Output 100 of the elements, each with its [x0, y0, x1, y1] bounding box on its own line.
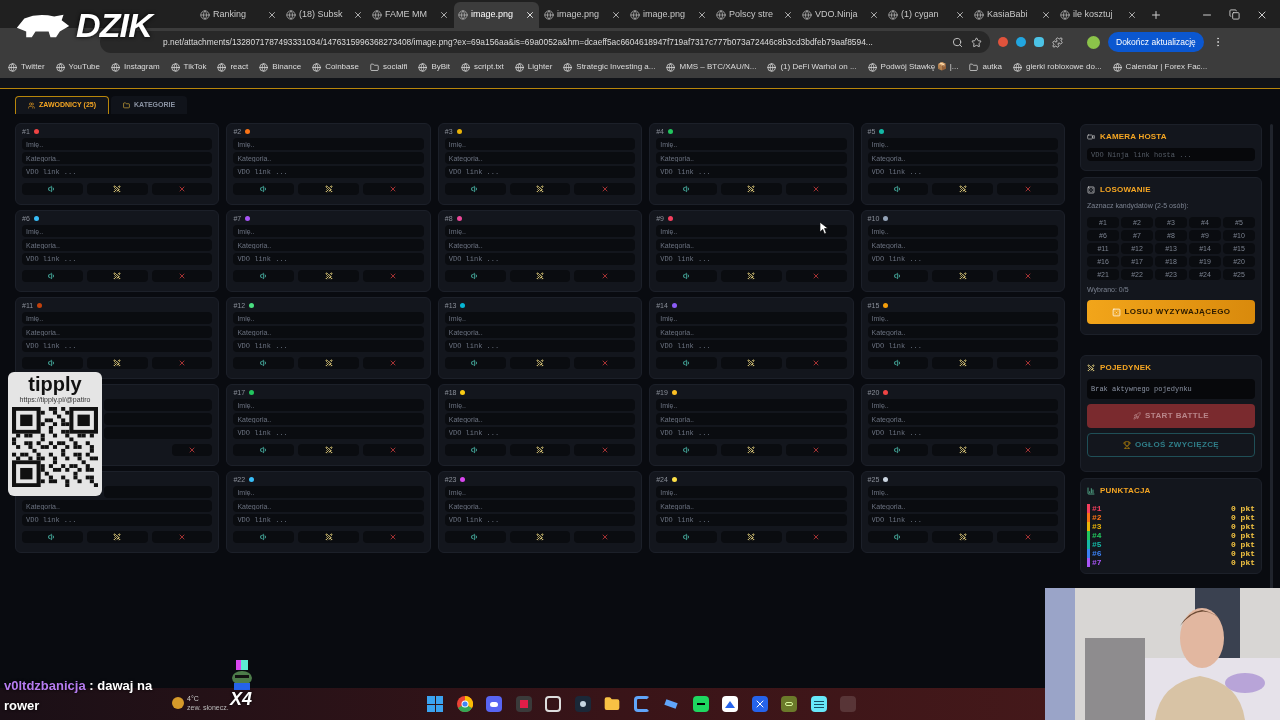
music-app-icon[interactable] — [692, 696, 709, 712]
duel-button[interactable] — [509, 444, 571, 456]
browser-tab[interactable]: KasiaBabi — [970, 2, 1055, 28]
bookmark[interactable]: react — [217, 61, 249, 73]
zoom-icon[interactable] — [952, 36, 963, 48]
browser-tab[interactable]: Polscy stre — [712, 2, 797, 28]
favicon-icon — [767, 62, 777, 72]
browser-tab[interactable]: (18) Subsk — [282, 2, 367, 28]
duel-button[interactable] — [509, 183, 571, 195]
close-icon[interactable] — [439, 10, 449, 20]
swords-icon — [324, 446, 333, 454]
bookmark[interactable]: Coinbase — [312, 61, 359, 73]
duel-button[interactable] — [721, 270, 782, 282]
app-icon[interactable] — [751, 696, 768, 712]
chat-app-icon[interactable] — [486, 696, 502, 712]
bookmark[interactable]: Podwój Stawkę 📦 |... — [867, 61, 959, 73]
speaker-icon — [471, 272, 480, 280]
close-icon[interactable] — [353, 10, 363, 20]
close-icon[interactable] — [1127, 10, 1137, 20]
close-icon[interactable] — [1041, 10, 1051, 20]
app-icon[interactable] — [781, 696, 797, 712]
browser-tab[interactable]: image.png — [454, 2, 539, 28]
duel-button[interactable] — [932, 270, 994, 282]
bookmark[interactable]: Lighter — [514, 61, 553, 73]
bookmark[interactable]: socialfi — [369, 61, 408, 73]
duel-button[interactable] — [721, 531, 782, 543]
draw-button[interactable]: LOSUJ WYZYWAJĄCEGO — [1087, 300, 1255, 324]
browser-tab[interactable]: FAME MM — [368, 2, 453, 28]
close-icon[interactable] — [611, 10, 621, 20]
close-icon[interactable] — [697, 10, 707, 20]
avatar-icon[interactable] — [1087, 35, 1100, 49]
app-icon[interactable] — [574, 696, 591, 712]
extensions-icon[interactable] — [1052, 36, 1063, 48]
duel-button[interactable] — [298, 183, 359, 195]
browser-tab[interactable]: Ranking — [196, 2, 281, 28]
panel-title: POJEDYNEK — [1100, 362, 1152, 374]
browser-app-icon[interactable] — [456, 696, 473, 712]
bookmark-star-icon[interactable] — [971, 36, 982, 48]
speaker-icon — [259, 272, 268, 280]
notepad-icon[interactable] — [810, 696, 827, 712]
app-icon[interactable] — [722, 696, 738, 712]
bookmark[interactable]: Twitter — [8, 61, 45, 73]
dice-icon — [1087, 186, 1095, 194]
close-icon[interactable] — [955, 10, 965, 20]
duel-button[interactable] — [86, 270, 148, 282]
bookmark[interactable]: (1) DeFi Warhol on ... — [767, 61, 857, 73]
favicon-icon — [111, 62, 120, 72]
bookmark[interactable]: autka — [969, 61, 1002, 73]
browser-tab[interactable]: image.png — [626, 2, 711, 28]
duel-button[interactable] — [721, 357, 782, 369]
speaker-icon — [471, 533, 480, 541]
duel-button[interactable] — [86, 531, 148, 543]
close-icon[interactable] — [267, 10, 277, 20]
duel-button[interactable] — [721, 183, 782, 195]
close-icon[interactable] — [1256, 9, 1268, 21]
duel-button[interactable] — [509, 531, 571, 543]
duel-button[interactable] — [86, 357, 148, 369]
windows-start-icon[interactable] — [427, 696, 443, 712]
browser-tab[interactable]: VDO.Ninja — [798, 2, 883, 28]
browser-tab[interactable]: (1) cygan — [884, 2, 969, 28]
bookmark[interactable]: MMS – BTC/XAU/N... — [666, 61, 757, 73]
restore-icon[interactable] — [1229, 9, 1240, 20]
close-icon[interactable] — [869, 10, 879, 20]
bookmark[interactable]: Calendar | Forex Fac... — [1112, 61, 1208, 73]
browser-tab[interactable]: image.png — [540, 2, 625, 28]
browser-tab[interactable]: ile kosztuj — [1056, 2, 1141, 28]
speaker-icon — [471, 359, 480, 367]
bookmark[interactable]: TikTok — [170, 61, 207, 73]
duel-button[interactable] — [932, 444, 994, 456]
duel-button[interactable] — [932, 357, 994, 369]
swords-icon — [536, 185, 544, 193]
duel-button[interactable] — [298, 357, 359, 369]
score-label: #4 — [1087, 531, 1102, 540]
close-icon[interactable] — [525, 10, 535, 20]
swords-icon — [747, 272, 756, 280]
app-icon[interactable] — [633, 696, 650, 712]
bookmark[interactable]: Binance — [259, 61, 302, 73]
update-button[interactable]: Dokończ aktualizację — [1108, 32, 1204, 52]
duel-button[interactable] — [509, 357, 571, 369]
duel-button[interactable] — [86, 183, 148, 195]
bookmark[interactable]: Instagram — [111, 61, 160, 73]
duel-button[interactable] — [509, 270, 571, 282]
swords-icon — [747, 446, 756, 454]
bookmark[interactable]: script.txt — [461, 61, 504, 73]
duel-button[interactable] — [932, 183, 994, 195]
favicon-icon — [55, 62, 65, 72]
bookmark[interactable]: gierki robloxowe do... — [1013, 61, 1102, 73]
bookmark[interactable]: YouTube — [55, 61, 100, 73]
duel-button[interactable] — [298, 444, 359, 456]
duel-button[interactable] — [298, 270, 359, 282]
close-icon[interactable] — [783, 10, 793, 20]
folder-icon[interactable] — [604, 696, 620, 712]
speaker-icon — [682, 533, 691, 541]
bookmark[interactable]: Strategic Investing a... — [563, 61, 656, 73]
bookmark[interactable]: ByBit — [418, 61, 451, 73]
duel-button[interactable] — [721, 444, 782, 456]
duel-button[interactable] — [298, 531, 359, 543]
duel-button[interactable] — [932, 531, 994, 543]
new-tab-icon[interactable] — [1150, 9, 1162, 21]
score-label: #6 — [1087, 549, 1102, 558]
